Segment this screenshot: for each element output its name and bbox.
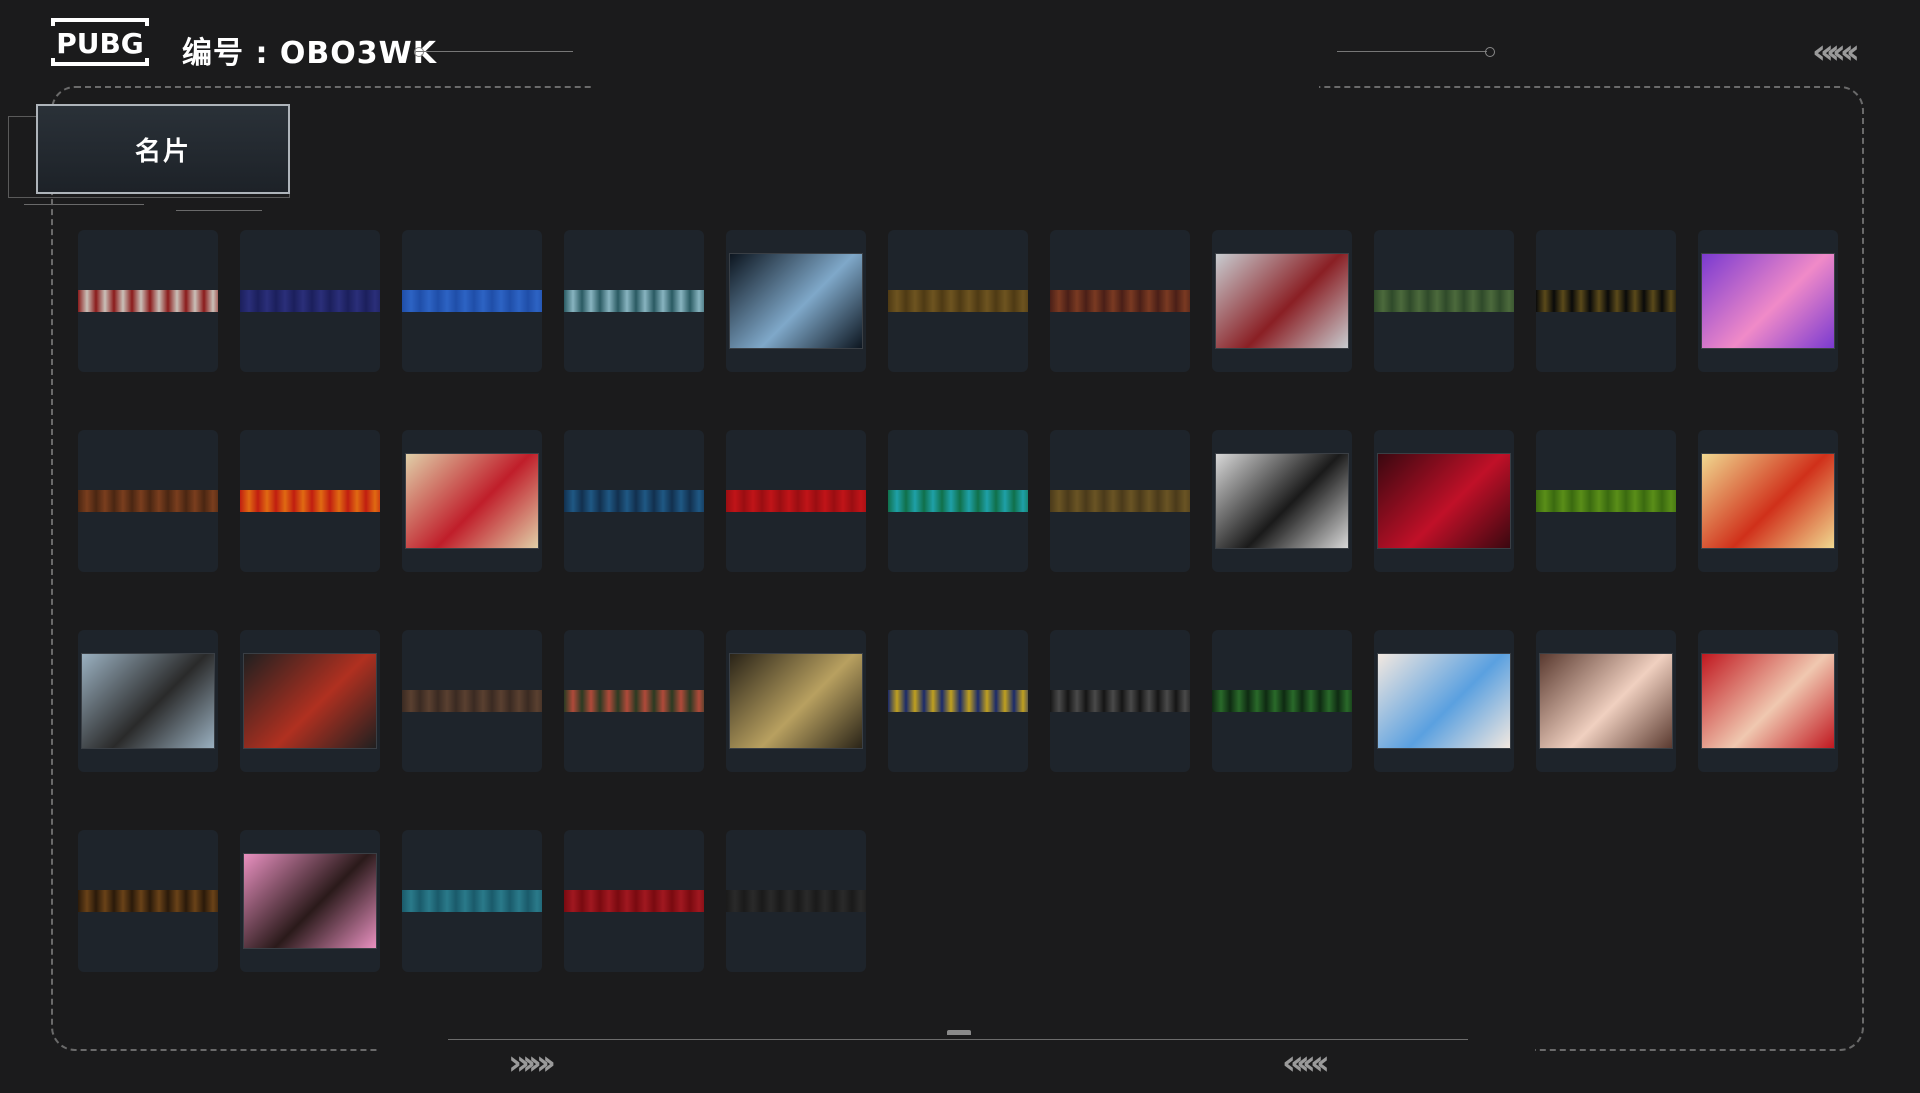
card-image bbox=[1377, 653, 1511, 749]
tab-label: 名片 bbox=[134, 136, 191, 167]
card-image bbox=[81, 653, 215, 749]
card-banner bbox=[78, 890, 218, 912]
card-dark-strip[interactable] bbox=[726, 830, 866, 972]
card-grid bbox=[78, 230, 1840, 982]
card-girl-pink-hat[interactable] bbox=[240, 830, 380, 972]
card-blue-paisley[interactable] bbox=[402, 230, 542, 372]
card-green-scales[interactable] bbox=[1536, 430, 1676, 572]
card-image bbox=[1701, 653, 1835, 749]
card-fighter-girl[interactable] bbox=[78, 630, 218, 772]
card-banner bbox=[564, 690, 704, 712]
frame-gap-bottom bbox=[380, 1042, 1535, 1058]
card-banner bbox=[564, 290, 704, 312]
card-banner bbox=[402, 890, 542, 912]
card-banner bbox=[1212, 690, 1352, 712]
card-bang-comic[interactable] bbox=[1698, 430, 1838, 572]
pubg-logo: PUBG bbox=[50, 18, 150, 66]
card-red-orange[interactable] bbox=[240, 430, 380, 572]
frame-gap-top bbox=[592, 80, 1319, 94]
card-banner bbox=[1536, 290, 1676, 312]
card-anime-brown-hair[interactable] bbox=[1536, 630, 1676, 772]
card-banner bbox=[888, 490, 1028, 512]
card-brown-pattern[interactable] bbox=[402, 630, 542, 772]
header-chevron-icon: «‹«‹ bbox=[1812, 32, 1860, 72]
card-green-eye[interactable] bbox=[1212, 630, 1352, 772]
header-line-right bbox=[1337, 51, 1487, 52]
card-image bbox=[243, 653, 377, 749]
card-black-lace[interactable] bbox=[1050, 630, 1190, 772]
card-brown-wood[interactable] bbox=[78, 830, 218, 972]
card-image bbox=[1701, 253, 1835, 349]
prev-page-chevron-icon[interactable]: «‹«‹ bbox=[1282, 1043, 1330, 1083]
card-image bbox=[243, 853, 377, 949]
card-shark-camo[interactable] bbox=[564, 630, 704, 772]
tab-underline-left bbox=[24, 204, 144, 205]
header-line-dot-right bbox=[1485, 47, 1495, 57]
card-banner bbox=[1536, 490, 1676, 512]
card-brown-swirl[interactable] bbox=[1050, 230, 1190, 372]
card-banner bbox=[78, 490, 218, 512]
card-anime-cat-girl[interactable] bbox=[1698, 230, 1838, 372]
card-black-gold[interactable] bbox=[1536, 230, 1676, 372]
header-line-left bbox=[416, 51, 573, 52]
card-brown-lace[interactable] bbox=[1050, 430, 1190, 572]
card-image bbox=[1539, 653, 1673, 749]
tab-business-card[interactable]: 名片 bbox=[36, 104, 290, 194]
card-orange-ornament[interactable] bbox=[78, 430, 218, 572]
card-red-white-pattern[interactable] bbox=[78, 230, 218, 372]
card-image bbox=[1215, 253, 1349, 349]
card-banner bbox=[1050, 290, 1190, 312]
card-banner bbox=[402, 290, 542, 312]
card-red-neon-figure[interactable] bbox=[1374, 430, 1514, 572]
card-golden-gears[interactable] bbox=[726, 630, 866, 772]
card-red-diamond[interactable] bbox=[564, 830, 704, 972]
card-blue-yellow[interactable] bbox=[888, 630, 1028, 772]
card-banner bbox=[1050, 490, 1190, 512]
card-navy-paisley[interactable] bbox=[240, 230, 380, 372]
card-banner bbox=[726, 890, 866, 912]
tab-underline-right bbox=[176, 210, 262, 211]
card-banner bbox=[888, 690, 1028, 712]
card-banner bbox=[1050, 690, 1190, 712]
card-figure-skater[interactable] bbox=[1212, 230, 1352, 372]
next-page-chevron-icon[interactable]: »›»› bbox=[508, 1043, 556, 1083]
card-banner bbox=[240, 290, 380, 312]
card-banner bbox=[240, 490, 380, 512]
card-gold-pattern[interactable] bbox=[888, 230, 1028, 372]
card-image bbox=[1701, 453, 1835, 549]
card-banner bbox=[78, 290, 218, 312]
player-id: 编号 : OBO3WK bbox=[182, 28, 437, 72]
header-line-dot-left bbox=[414, 47, 424, 57]
card-green-camo[interactable] bbox=[1374, 230, 1514, 372]
card-image bbox=[1377, 453, 1511, 549]
card-blue-texture[interactable] bbox=[564, 430, 704, 572]
card-woman-portrait[interactable] bbox=[1212, 430, 1352, 572]
logo-text: PUBG bbox=[56, 27, 144, 60]
card-banner bbox=[726, 490, 866, 512]
card-image bbox=[1215, 453, 1349, 549]
scroll-handle[interactable] bbox=[947, 1030, 971, 1035]
card-banner bbox=[564, 890, 704, 912]
card-banner bbox=[888, 290, 1028, 312]
card-masked-man[interactable] bbox=[240, 630, 380, 772]
card-anime-red-hair[interactable] bbox=[1698, 630, 1838, 772]
card-banner bbox=[402, 690, 542, 712]
card-teal-lion[interactable] bbox=[564, 230, 704, 372]
card-image bbox=[405, 453, 539, 549]
bottom-divider bbox=[448, 1039, 1468, 1040]
card-image bbox=[729, 253, 863, 349]
card-teal-strip[interactable] bbox=[402, 830, 542, 972]
card-green-teal[interactable] bbox=[888, 430, 1028, 572]
card-sports-car[interactable] bbox=[726, 230, 866, 372]
card-red-texture[interactable] bbox=[726, 430, 866, 572]
id-label: 编号 : bbox=[182, 36, 269, 71]
card-anime-white-hair[interactable] bbox=[1374, 630, 1514, 772]
card-banner bbox=[1374, 290, 1514, 312]
card-red-gadget[interactable] bbox=[402, 430, 542, 572]
card-banner bbox=[564, 490, 704, 512]
card-image bbox=[729, 653, 863, 749]
